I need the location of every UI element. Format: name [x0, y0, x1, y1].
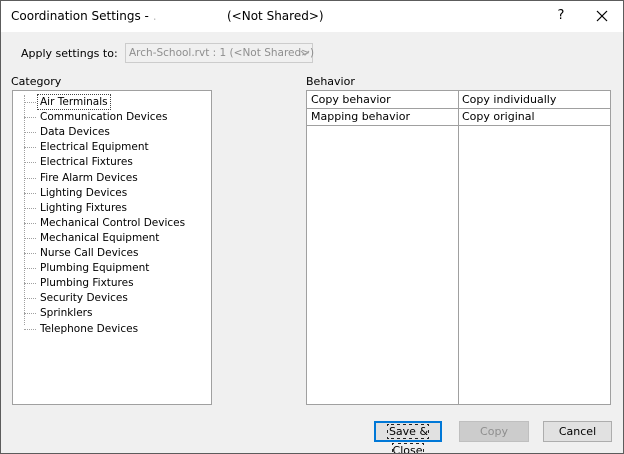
tree-item-label: Security Devices — [40, 292, 128, 305]
apply-settings-label: Apply settings to: — [21, 47, 118, 60]
tree-item-label: Air Terminals — [37, 94, 111, 110]
tree-connector — [24, 237, 36, 239]
grid-row-mapping-behavior[interactable]: Mapping behavior Copy original — [307, 108, 610, 126]
tree-item[interactable]: Electrical Equipment — [24, 140, 204, 155]
close-button[interactable] — [589, 4, 615, 28]
save-close-button[interactable]: Save & Close — [374, 421, 442, 453]
save-close-label: Save & Close — [386, 424, 430, 453]
tree-item[interactable]: Electrical Fixtures — [24, 155, 204, 170]
tree-item-label: Telephone Devices — [40, 322, 139, 335]
tree-item[interactable]: Plumbing Fixtures — [24, 276, 204, 291]
grid-row-copy-behavior[interactable]: Copy behavior Copy individually — [307, 91, 610, 109]
tree-item-label: Sprinklers — [40, 307, 93, 320]
tree-item[interactable]: Air Terminals — [24, 94, 204, 110]
tree-connector — [24, 253, 36, 254]
tree-item-label: Mechanical Equipment — [40, 231, 160, 244]
tree-connector — [24, 328, 36, 330]
tree-connector — [24, 117, 36, 119]
tree-item-label: Fire Alarm Devices — [40, 171, 138, 184]
title-bar: Coordination Settings - . (<Not Shared>)… — [1, 1, 623, 32]
tree-item-label: Lighting Fixtures — [40, 201, 127, 214]
tree-item[interactable]: Fire Alarm Devices — [24, 171, 204, 186]
tree-item[interactable]: Nurse Call Devices — [24, 246, 204, 261]
tree-item-label: Electrical Fixtures — [40, 156, 133, 169]
tree-item[interactable]: Communication Devices — [24, 110, 204, 125]
tree-item[interactable]: Lighting Devices — [24, 186, 204, 201]
tree-item[interactable]: Mechanical Control Devices — [24, 216, 204, 231]
tree-item[interactable]: Data Devices — [24, 125, 204, 140]
tree-item[interactable]: Lighting Fixtures — [24, 201, 204, 216]
behavior-label: Behavior — [306, 75, 355, 88]
tree-item-label: Lighting Devices — [40, 186, 128, 199]
property-value[interactable]: Copy individually — [462, 93, 556, 106]
tree-connector — [24, 313, 36, 315]
tree-connector — [24, 177, 36, 179]
window-title-shared-status: (<Not Shared>) — [227, 9, 324, 23]
tree-item[interactable]: Telephone Devices — [24, 322, 204, 337]
tree-item-label: Data Devices — [40, 126, 110, 139]
tree-connector — [24, 132, 36, 134]
tree-item-label: Electrical Equipment — [40, 141, 149, 154]
tree-connector — [24, 207, 36, 209]
tree-connector — [24, 147, 36, 149]
apply-settings-dropdown[interactable]: Arch-School.rvt : 1 (<Not Shared>) — [125, 43, 315, 63]
tree-connector — [24, 192, 36, 194]
tree-connector — [24, 283, 36, 285]
tree-connector — [24, 162, 36, 164]
help-button[interactable]: ? — [554, 8, 568, 24]
category-label: Category — [11, 75, 62, 88]
grid-column-divider — [458, 91, 459, 404]
tree-item-label: Plumbing Fixtures — [40, 277, 134, 290]
title-project-dot: . — [152, 9, 157, 23]
tree-connector — [24, 268, 36, 270]
property-name: Copy behavior — [311, 93, 391, 106]
tree-connector — [24, 298, 36, 300]
chevron-down-icon — [300, 50, 310, 56]
tree-item-label: Nurse Call Devices — [40, 247, 139, 259]
tree-item[interactable]: Sprinklers — [24, 306, 204, 321]
property-name: Mapping behavior — [311, 110, 410, 123]
window-title: Coordination Settings - . — [11, 9, 157, 23]
category-tree[interactable]: Air Terminals Communication Devices Data D… — [12, 90, 212, 405]
tree-connector — [24, 102, 36, 103]
tree-item-label: Plumbing Equipment — [40, 262, 150, 275]
copy-button[interactable]: Copy — [459, 421, 529, 442]
property-value[interactable]: Copy original — [462, 110, 535, 123]
tree-item[interactable]: Security Devices — [24, 291, 204, 306]
close-icon — [596, 10, 608, 22]
tree-item-label: Mechanical Control Devices — [40, 216, 186, 229]
coordination-settings-dialog: Coordination Settings - . (<Not Shared>)… — [0, 0, 624, 454]
tree-item[interactable]: Mechanical Equipment — [24, 231, 204, 246]
tree-item-label: Communication Devices — [40, 111, 168, 124]
cancel-button[interactable]: Cancel — [543, 421, 612, 442]
tree-connector — [24, 222, 36, 224]
tree-item[interactable]: Plumbing Equipment — [24, 261, 204, 276]
behavior-grid[interactable]: Copy behavior Copy individually Mapping … — [306, 90, 611, 405]
apply-settings-value: Arch-School.rvt : 1 (<Not Shared>) — [129, 47, 315, 59]
